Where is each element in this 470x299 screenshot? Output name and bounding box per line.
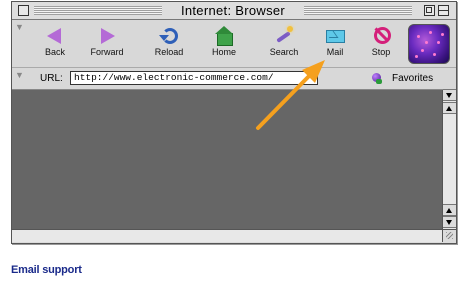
callout-arrow-shaft [256,70,315,130]
callout-arrow [256,60,325,130]
figure-caption: Email support [11,264,82,276]
